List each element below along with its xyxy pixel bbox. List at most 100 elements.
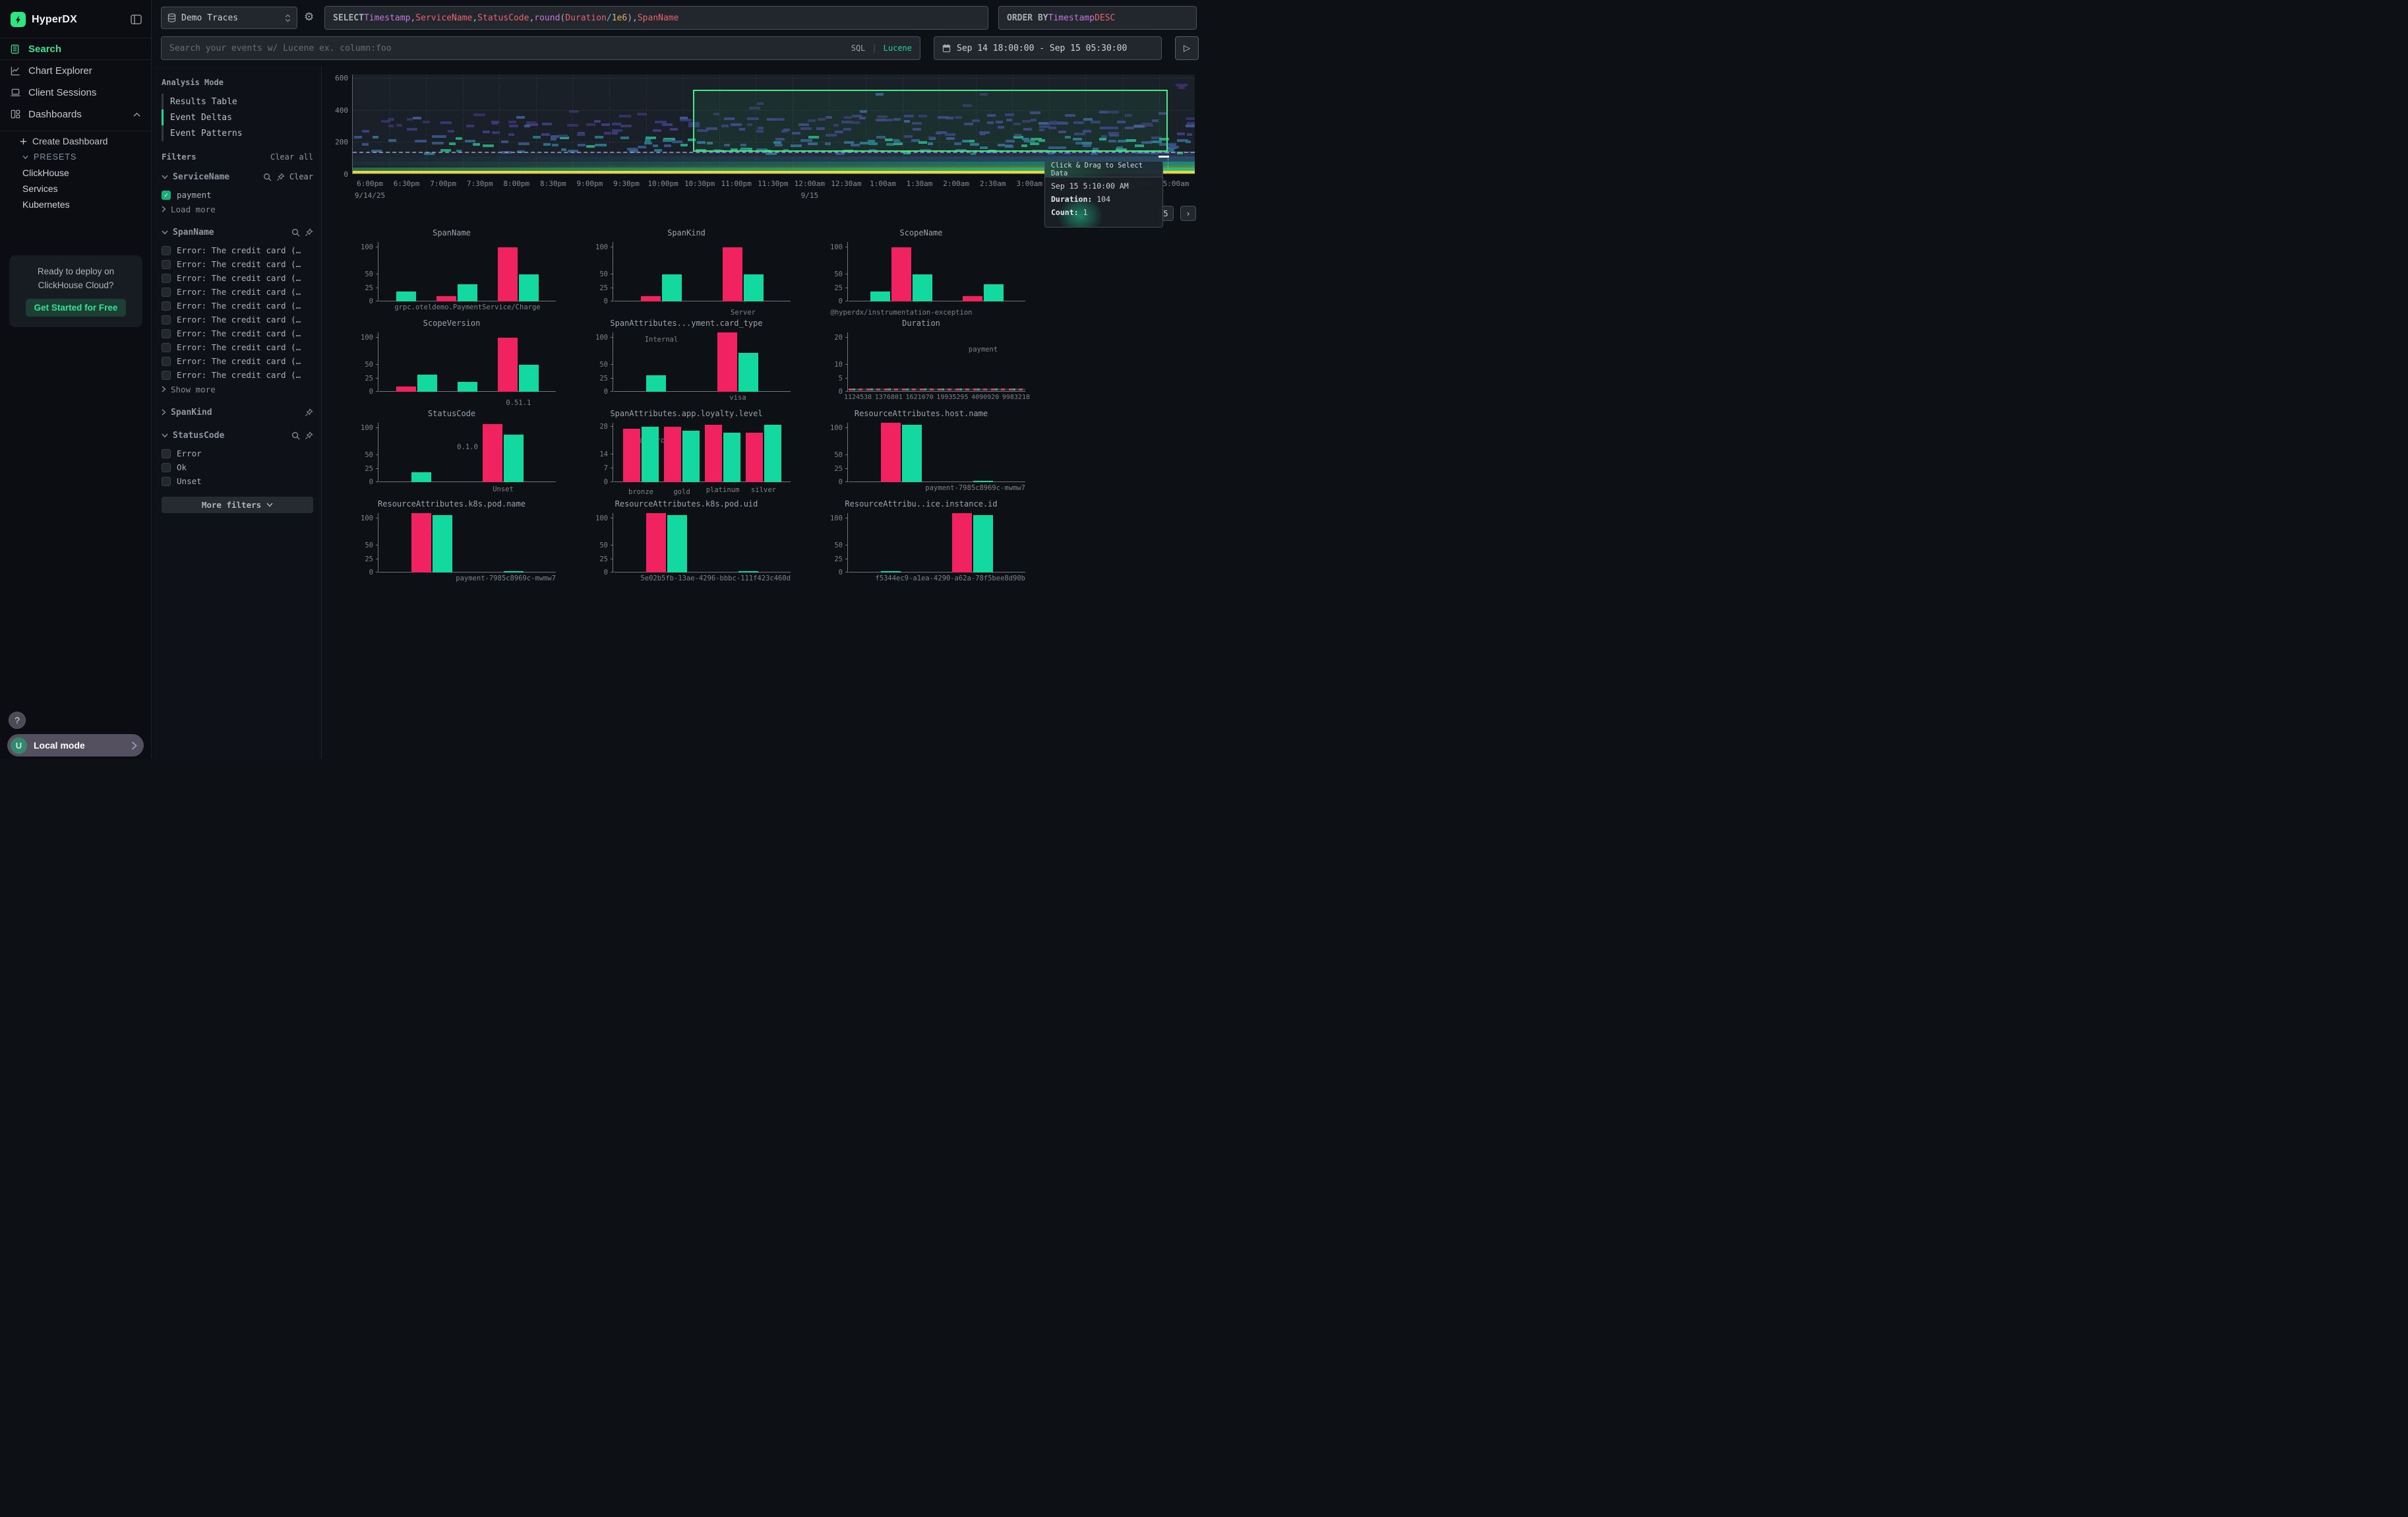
filter-checkbox-item[interactable]: Error: The credit card (… xyxy=(162,285,313,299)
filter-checkbox-item[interactable]: Error: The credit card (… xyxy=(162,243,313,257)
lang-toggle-divider: | xyxy=(872,44,876,53)
filter-checkbox-item[interactable]: Error: The credit card (… xyxy=(162,326,313,340)
search-icon[interactable] xyxy=(263,173,272,181)
gear-icon[interactable]: ⚙ xyxy=(304,11,314,22)
checkbox-icon[interactable] xyxy=(162,371,171,380)
pin-icon[interactable] xyxy=(276,173,285,181)
clear-filter-button[interactable]: Clear xyxy=(289,172,313,181)
filter-checkbox-item[interactable]: Error: The credit card (… xyxy=(162,271,313,285)
chart-plot xyxy=(614,513,791,573)
analysis-mode-option[interactable]: Event Deltas xyxy=(162,109,313,125)
dashboards-icon xyxy=(11,109,20,119)
red-bar xyxy=(641,296,661,301)
red-bar xyxy=(664,427,681,482)
tooltip-count: Count: 1 xyxy=(1045,208,1162,217)
filter-checkbox-item[interactable]: Error: The credit card (… xyxy=(162,368,313,382)
y-tick-label: 0 xyxy=(818,569,843,576)
time-range-picker[interactable]: Sep 14 18:00:00 - Sep 15 05:30:00 xyxy=(934,36,1162,60)
sidebar-item-chart-explorer[interactable]: Chart Explorer xyxy=(0,60,151,82)
checkbox-icon[interactable] xyxy=(162,357,171,366)
filter-checkbox-item[interactable]: Unset xyxy=(162,474,313,488)
duration-heatmap[interactable] xyxy=(352,75,1195,174)
heatmap-cell xyxy=(492,122,498,125)
heatmap-cell xyxy=(638,146,646,148)
pin-icon[interactable] xyxy=(305,408,313,417)
analysis-mode-option[interactable]: Results Table xyxy=(162,94,313,109)
avatar: U xyxy=(11,737,27,754)
search-icon[interactable] xyxy=(291,228,300,237)
heatmap-cell xyxy=(473,143,480,146)
search-input[interactable] xyxy=(169,44,845,53)
checkbox-icon[interactable] xyxy=(162,463,171,472)
preset-kubernetes[interactable]: Kubernetes xyxy=(0,197,151,212)
more-filters-button[interactable]: More filters xyxy=(162,497,313,513)
filter-checkbox-item[interactable]: ✓payment xyxy=(162,188,313,202)
lang-toggle-sql[interactable]: SQL xyxy=(851,44,866,53)
get-started-button[interactable]: Get Started for Free xyxy=(26,299,126,317)
filter-checkbox-item[interactable]: Error: The credit card (… xyxy=(162,257,313,271)
user-menu[interactable]: U Local mode xyxy=(7,734,144,757)
create-dashboard-button[interactable]: Create Dashboard xyxy=(0,133,151,149)
checkbox-icon[interactable] xyxy=(162,246,171,255)
hyperdx-logo-icon xyxy=(11,12,26,27)
checkbox-icon[interactable] xyxy=(162,288,171,297)
sidebar-item-search[interactable]: Search xyxy=(0,38,151,60)
heatmap-cell xyxy=(432,142,444,144)
sidebar-item-dashboards[interactable]: Dashboards xyxy=(0,104,151,125)
y-tick-mark xyxy=(376,391,378,392)
filter-panel: Analysis Mode Results TableEvent DeltasE… xyxy=(152,66,322,758)
checkbox-icon[interactable] xyxy=(162,260,171,269)
active-indicator xyxy=(162,94,164,109)
chevron-right-icon[interactable] xyxy=(162,409,166,416)
sidebar-nav: Search Chart Explorer Client Sessions Da… xyxy=(0,38,151,219)
checkbox-icon[interactable] xyxy=(162,343,171,352)
checkbox-icon[interactable] xyxy=(162,315,171,325)
filter-checkbox-item[interactable]: Error: The credit card (… xyxy=(162,299,313,313)
checkbox-checked-icon[interactable]: ✓ xyxy=(162,191,171,200)
preset-clickhouse[interactable]: ClickHouse xyxy=(0,165,151,181)
red-bar xyxy=(436,296,456,301)
checkbox-icon[interactable] xyxy=(162,449,171,458)
pin-icon[interactable] xyxy=(305,228,313,237)
filter-checkbox-item[interactable]: Error xyxy=(162,447,313,460)
checkbox-icon[interactable] xyxy=(162,329,171,338)
sql-select-input[interactable]: SELECT Timestamp, ServiceName, StatusCod… xyxy=(324,6,988,30)
filter-checkbox-item[interactable]: Error: The credit card (… xyxy=(162,340,313,354)
search-icon[interactable] xyxy=(291,431,300,440)
load-more-button[interactable]: Load more xyxy=(162,202,313,216)
y-tick-label: 25 xyxy=(583,284,608,292)
tooltip-header: Click & Drag to Select Data xyxy=(1045,162,1162,177)
filter-checkbox-item[interactable]: Error: The credit card (… xyxy=(162,313,313,326)
delta-chart-statuscode: StatusCode02550100ErrorUnset xyxy=(348,407,583,497)
source-select[interactable]: Demo Traces xyxy=(161,7,297,29)
selection-box[interactable] xyxy=(693,90,1168,152)
chevron-down-icon[interactable] xyxy=(162,230,168,235)
bar-group xyxy=(881,423,922,482)
lang-toggle-lucene[interactable]: Lucene xyxy=(884,44,912,53)
help-button[interactable]: ? xyxy=(9,712,26,729)
delta-chart-resourceattribu-ice-instance-id: ResourceAttribu..ice.instance.id02550100… xyxy=(818,497,1052,588)
filter-item-label: Error: The credit card (… xyxy=(177,301,301,311)
presets-toggle[interactable]: PRESETS xyxy=(0,149,151,165)
laptop-icon xyxy=(11,88,20,98)
next-page-button[interactable]: › xyxy=(1180,206,1196,221)
preset-services[interactable]: Services xyxy=(0,181,151,197)
filter-checkbox-item[interactable]: Ok xyxy=(162,460,313,474)
clear-all-button[interactable]: Clear all xyxy=(270,152,313,162)
checkbox-icon[interactable] xyxy=(162,274,171,283)
chevron-down-icon[interactable] xyxy=(162,175,168,179)
analysis-mode-label: Event Patterns xyxy=(170,129,243,139)
filter-checkbox-item[interactable]: Error: The credit card (… xyxy=(162,354,313,368)
sidebar-item-client-sessions[interactable]: Client Sessions xyxy=(0,82,151,104)
run-query-button[interactable]: ▷ xyxy=(1175,36,1199,60)
chevron-down-icon[interactable] xyxy=(162,433,168,438)
y-tick-mark xyxy=(845,337,848,338)
pin-icon[interactable] xyxy=(305,431,313,440)
checkbox-icon[interactable] xyxy=(162,477,171,486)
analysis-mode-option[interactable]: Event Patterns xyxy=(162,125,313,141)
order-by-input[interactable]: ORDER BY Timestamp DESC xyxy=(998,6,1197,30)
sql-token: , xyxy=(632,13,638,23)
show-more-button[interactable]: Show more xyxy=(162,382,313,396)
sidebar-collapse-icon[interactable] xyxy=(131,15,142,24)
checkbox-icon[interactable] xyxy=(162,301,171,311)
